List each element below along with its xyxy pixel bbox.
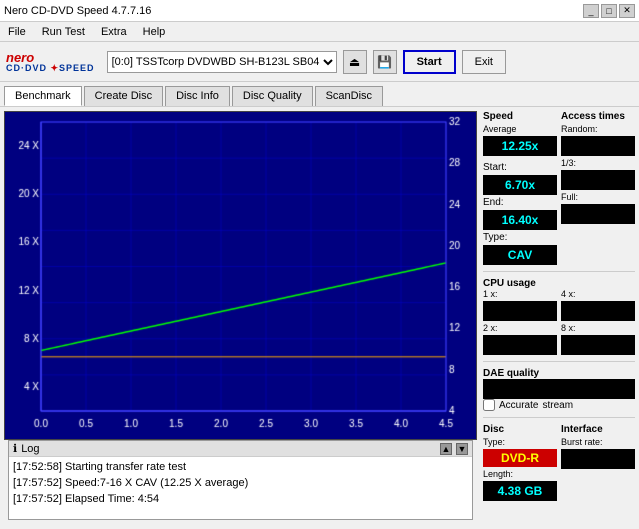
interface-title: Interface [561, 424, 635, 435]
log-content: [17:52:58] Starting transfer rate test [… [9, 457, 472, 519]
access-onethird-value [561, 170, 635, 190]
save-icon[interactable]: 💾 [373, 50, 397, 74]
speed-type-label: Type: [483, 232, 557, 243]
log-scroll-up[interactable]: ▲ [440, 443, 452, 455]
tab-create-disc[interactable]: Create Disc [84, 86, 163, 106]
nero-logo: nero CD·DVD ✦SPEED [6, 51, 95, 73]
disc-section: Disc Type: DVD-R Length: 4.38 GB [483, 424, 557, 501]
titlebar-title: Nero CD-DVD Speed 4.7.7.16 [4, 5, 151, 17]
log-scroll-down[interactable]: ▼ [456, 443, 468, 455]
burst-value [561, 449, 635, 469]
access-random-value [561, 136, 635, 156]
cpu-8x-label: 8 x: [561, 323, 635, 333]
accurate-stream-row: Accurate stream [483, 399, 635, 411]
log-area: ℹ Log ▲ ▼ [17:52:58] Starting transfer r… [8, 440, 473, 520]
cpu-title: CPU usage [483, 278, 635, 289]
burst-label: Burst rate: [561, 437, 635, 447]
menu-help[interactable]: Help [139, 24, 170, 40]
log-entry-2: [17:57:52] Elapsed Time: 4:54 [13, 491, 468, 507]
speed-type-value: CAV [483, 245, 557, 265]
disc-length-value: 4.38 GB [483, 481, 557, 501]
speed-access-row: Speed Average 12.25x Start: 6.70x End: 1… [483, 111, 635, 265]
dae-title: DAE quality [483, 368, 635, 379]
disc-type-label: Type: [483, 437, 557, 447]
log-entry-0: [17:52:58] Starting transfer rate test [13, 459, 468, 475]
log-entry-1: [17:57:52] Speed:7-16 X CAV (12.25 X ave… [13, 475, 468, 491]
main-area: ℹ Log ▲ ▼ [17:52:58] Starting transfer r… [0, 107, 639, 528]
menu-file[interactable]: File [4, 24, 30, 40]
cpu-4x-label: 4 x: [561, 289, 635, 299]
titlebar: Nero CD-DVD Speed 4.7.7.16 _ □ ✕ [0, 0, 639, 22]
dae-section: DAE quality Accurate stream [483, 368, 635, 411]
menu-run-test[interactable]: Run Test [38, 24, 89, 40]
cpu-1x-value [483, 301, 557, 321]
disc-interface-row: Disc Type: DVD-R Length: 4.38 GB Interfa… [483, 424, 635, 501]
stream-label: stream [542, 400, 573, 411]
exit-button[interactable]: Exit [462, 50, 506, 74]
close-button[interactable]: ✕ [619, 4, 635, 18]
tab-scandisc[interactable]: ScanDisc [315, 86, 383, 106]
divider-1 [483, 271, 635, 272]
divider-3 [483, 417, 635, 418]
accurate-stream-checkbox[interactable] [483, 399, 495, 411]
access-full-value [561, 204, 635, 224]
speed-end-value: 16.40x [483, 210, 557, 230]
disc-title: Disc [483, 424, 557, 435]
maximize-button[interactable]: □ [601, 4, 617, 18]
minimize-button[interactable]: _ [583, 4, 599, 18]
speed-section: Speed Average 12.25x Start: 6.70x End: 1… [483, 111, 557, 265]
speed-average-value: 12.25x [483, 136, 557, 156]
titlebar-controls: _ □ ✕ [583, 4, 635, 18]
accurate-label: Accurate [499, 400, 538, 411]
eject-icon[interactable]: ⏏ [343, 50, 367, 74]
speed-end-label: End: [483, 197, 557, 208]
speed-start-label: Start: [483, 162, 557, 173]
menu-extra[interactable]: Extra [97, 24, 131, 40]
menubar: File Run Test Extra Help [0, 22, 639, 42]
interface-section: Interface Burst rate: [561, 424, 635, 501]
cpu-section: CPU usage 1 x: 2 x: 4 x: 8 x: [483, 278, 635, 355]
cpu-4x-value [561, 301, 635, 321]
log-header-label: Log [21, 443, 39, 455]
tab-bar: Benchmark Create Disc Disc Info Disc Qua… [0, 82, 639, 107]
cpu-8x-value [561, 335, 635, 355]
log-header: ℹ Log ▲ ▼ [9, 441, 472, 457]
cpu-2x-value [483, 335, 557, 355]
access-onethird-label: 1/3: [561, 158, 635, 168]
toolbar: nero CD·DVD ✦SPEED [0:0] TSSTcorp DVDWBD… [0, 42, 639, 82]
drive-selector[interactable]: [0:0] TSSTcorp DVDWBD SH-B123L SB04 [107, 51, 337, 73]
access-full-label: Full: [561, 192, 635, 202]
right-panel: Speed Average 12.25x Start: 6.70x End: 1… [479, 107, 639, 528]
divider-2 [483, 361, 635, 362]
speed-title: Speed [483, 111, 557, 122]
access-random-label: Random: [561, 124, 635, 134]
start-button[interactable]: Start [403, 50, 456, 74]
disc-type-value: DVD-R [483, 449, 557, 467]
tab-disc-info[interactable]: Disc Info [165, 86, 230, 106]
speed-average-label: Average [483, 124, 557, 134]
dae-value [483, 379, 635, 399]
cpu-1x-label: 1 x: [483, 289, 557, 299]
access-section: Access times Random: 1/3: Full: [561, 111, 635, 265]
access-title: Access times [561, 111, 635, 122]
disc-length-label: Length: [483, 469, 557, 479]
tab-disc-quality[interactable]: Disc Quality [232, 86, 313, 106]
tab-benchmark[interactable]: Benchmark [4, 86, 82, 106]
cpu-2x-label: 2 x: [483, 323, 557, 333]
speed-start-value: 6.70x [483, 175, 557, 195]
